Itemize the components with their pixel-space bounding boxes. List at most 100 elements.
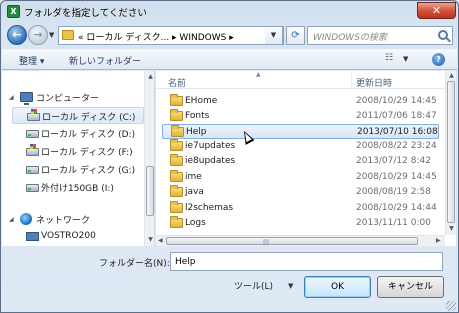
sidebar-item-label: ローカル ディスク (D:): [41, 130, 136, 140]
search-box[interactable]: WINDOWSの検索: [307, 26, 453, 45]
scrollbar-thumb[interactable]: [146, 166, 154, 216]
scroll-right-icon[interactable]: ▶: [436, 237, 441, 244]
list-item[interactable]: EHome 2008/10/29 14:45: [162, 94, 439, 109]
file-name: Logs: [185, 218, 206, 228]
file-list-horizontal-scrollbar[interactable]: ◀ ||| ▶: [156, 235, 445, 246]
tools-dropdown-icon[interactable]: ▼: [288, 282, 293, 290]
column-header-name[interactable]: 名前: [168, 76, 186, 89]
folder-icon: [171, 125, 184, 137]
file-date: 2008/10/29 14:45: [356, 172, 437, 182]
expand-arrow-icon[interactable]: ◢: [9, 216, 14, 223]
scrollbar-thumb[interactable]: [447, 81, 455, 223]
back-button[interactable]: ←: [7, 25, 27, 45]
list-item-selected[interactable]: Help 2013/07/10 16:08: [162, 124, 439, 139]
file-name: ie7updates: [185, 141, 236, 151]
file-date: 2013/07/12 8:42: [356, 156, 431, 166]
address-dropdown-button[interactable]: ▼: [265, 26, 283, 45]
view-options-dropdown[interactable]: ▼: [403, 55, 408, 63]
list-item[interactable]: ie7updates 2008/08/22 23:24: [162, 139, 439, 154]
address-path[interactable]: « ローカル ディスク... ▸ WINDOWS ▸: [78, 30, 234, 43]
window-title: フォルダを指定してください: [24, 8, 147, 19]
sidebar-item-label: コンピューター: [36, 94, 100, 104]
file-date: 2008/08/22 23:24: [356, 141, 437, 151]
organize-button[interactable]: 整理 ▾: [19, 54, 44, 67]
sidebar-item-drive-d[interactable]: ローカル ディスク (D:): [2, 125, 144, 142]
column-header-date[interactable]: 更新日時: [356, 76, 392, 89]
forward-button[interactable]: →: [28, 25, 48, 45]
folder-icon: [170, 94, 183, 106]
list-item[interactable]: l2schemas 2008/10/29 14:44: [162, 201, 439, 216]
windows-drive-icon: [27, 109, 40, 121]
computer-icon: [20, 92, 33, 105]
new-folder-button[interactable]: 新しいフォルダー: [69, 54, 141, 67]
file-date: 2013/07/10 16:08: [357, 127, 438, 137]
navigation-bar: ← → ▼ « ローカル ディスク... ▸ WINDOWS ▸ ▼ ⟳ WIN…: [1, 23, 458, 47]
sidebar-item-drive-c[interactable]: ローカル ディスク (C:): [12, 107, 144, 124]
file-name: java: [185, 187, 204, 197]
scroll-up-icon[interactable]: ▲: [447, 72, 456, 79]
resize-grip-icon[interactable]: [446, 301, 456, 311]
windows-drive-icon: [26, 144, 39, 156]
sidebar-item-label: 外付け150GB (I:): [41, 184, 114, 194]
help-icon[interactable]: ?: [432, 53, 445, 66]
drive-icon: [26, 166, 39, 174]
file-date: 2008/10/29 14:45: [356, 96, 437, 106]
sidebar-item-label: ネットワーク: [36, 216, 91, 226]
folder-name-field[interactable]: [170, 252, 443, 271]
drive-icon: [26, 130, 39, 138]
file-date: 2013/11/11 0:00: [356, 218, 431, 228]
command-toolbar: 整理 ▾ 新しいフォルダー ☷ ▼ ?: [2, 49, 457, 70]
file-list-vertical-scrollbar[interactable]: ▲ ▼: [445, 71, 456, 235]
folder-icon: [170, 109, 183, 121]
list-item[interactable]: Fonts 2011/07/06 18:47: [162, 109, 439, 124]
cancel-button[interactable]: キャンセル: [377, 276, 444, 298]
title-bar[interactable]: X フォルダを指定してください ✕: [1, 1, 458, 23]
refresh-button[interactable]: ⟳: [286, 26, 305, 45]
column-divider[interactable]: [351, 73, 352, 87]
sidebar-item-drive-f[interactable]: ローカル ディスク (F:): [2, 143, 144, 160]
file-name: Fonts: [185, 111, 210, 121]
folder-icon: [62, 30, 74, 40]
search-icon[interactable]: [438, 30, 448, 40]
search-input[interactable]: WINDOWSの検索: [313, 30, 387, 43]
excel-app-icon: X: [7, 5, 20, 18]
folder-icon: [170, 170, 183, 182]
list-item[interactable]: java 2008/08/19 2:58: [162, 185, 439, 200]
close-button[interactable]: ✕: [417, 2, 456, 19]
list-item[interactable]: ie8updates 2013/07/12 8:42: [162, 154, 439, 169]
folder-icon: [170, 185, 183, 197]
folder-icon: [170, 154, 183, 166]
list-item[interactable]: Logs 2013/11/11 0:00: [162, 216, 439, 231]
view-options-icon[interactable]: ☷: [385, 53, 399, 65]
network-icon: [20, 213, 32, 225]
file-date: 2011/07/06 18:47: [356, 111, 437, 121]
scroll-down-icon[interactable]: ▼: [447, 225, 456, 232]
scroll-up-icon[interactable]: ▲: [146, 73, 154, 80]
sidebar-item-vostro200[interactable]: VOSTRO200: [2, 229, 144, 246]
tools-button[interactable]: ツール(L): [234, 279, 273, 292]
list-item[interactable]: ime 2008/10/29 14:45: [162, 170, 439, 185]
recent-locations-dropdown[interactable]: ▼: [49, 31, 54, 39]
sidebar-item-label: ローカル ディスク (F:): [41, 148, 133, 158]
file-name: ime: [185, 172, 202, 182]
nav-pane-scrollbar[interactable]: ▲ ▼: [144, 71, 154, 246]
folder-name-label: フォルダー名(N):: [99, 259, 170, 269]
sidebar-item-drive-g[interactable]: ローカル ディスク (G:): [2, 161, 144, 178]
address-bar[interactable]: « ローカル ディスク... ▸ WINDOWS ▸: [58, 26, 284, 45]
expand-arrow-icon[interactable]: ◢: [9, 94, 14, 101]
sidebar-item-drive-i[interactable]: 外付け150GB (I:): [2, 179, 144, 196]
file-date: 2008/10/29 14:44: [356, 203, 437, 213]
pc-icon: [26, 232, 39, 241]
sort-ascending-icon: ▲: [256, 71, 261, 78]
scroll-left-icon[interactable]: ◀: [158, 237, 163, 244]
navigation-pane: ◢ コンピューター ローカル ディスク (C:) ローカル ディスク (D:) …: [2, 71, 155, 246]
folder-picker-dialog: X フォルダを指定してください ✕ ← → ▼ « ローカル ディスク... ▸…: [0, 0, 459, 313]
scroll-down-icon[interactable]: ▼: [146, 236, 154, 243]
file-name: l2schemas: [185, 203, 234, 213]
file-date: 2008/08/19 2:58: [356, 187, 431, 197]
scrollbar-thumb[interactable]: |||: [166, 237, 418, 246]
sidebar-item-network[interactable]: ◢ ネットワーク: [2, 211, 144, 228]
sidebar-item-computer[interactable]: ◢ コンピューター: [2, 89, 144, 106]
file-name: EHome: [185, 96, 218, 106]
ok-button[interactable]: OK: [304, 276, 371, 298]
